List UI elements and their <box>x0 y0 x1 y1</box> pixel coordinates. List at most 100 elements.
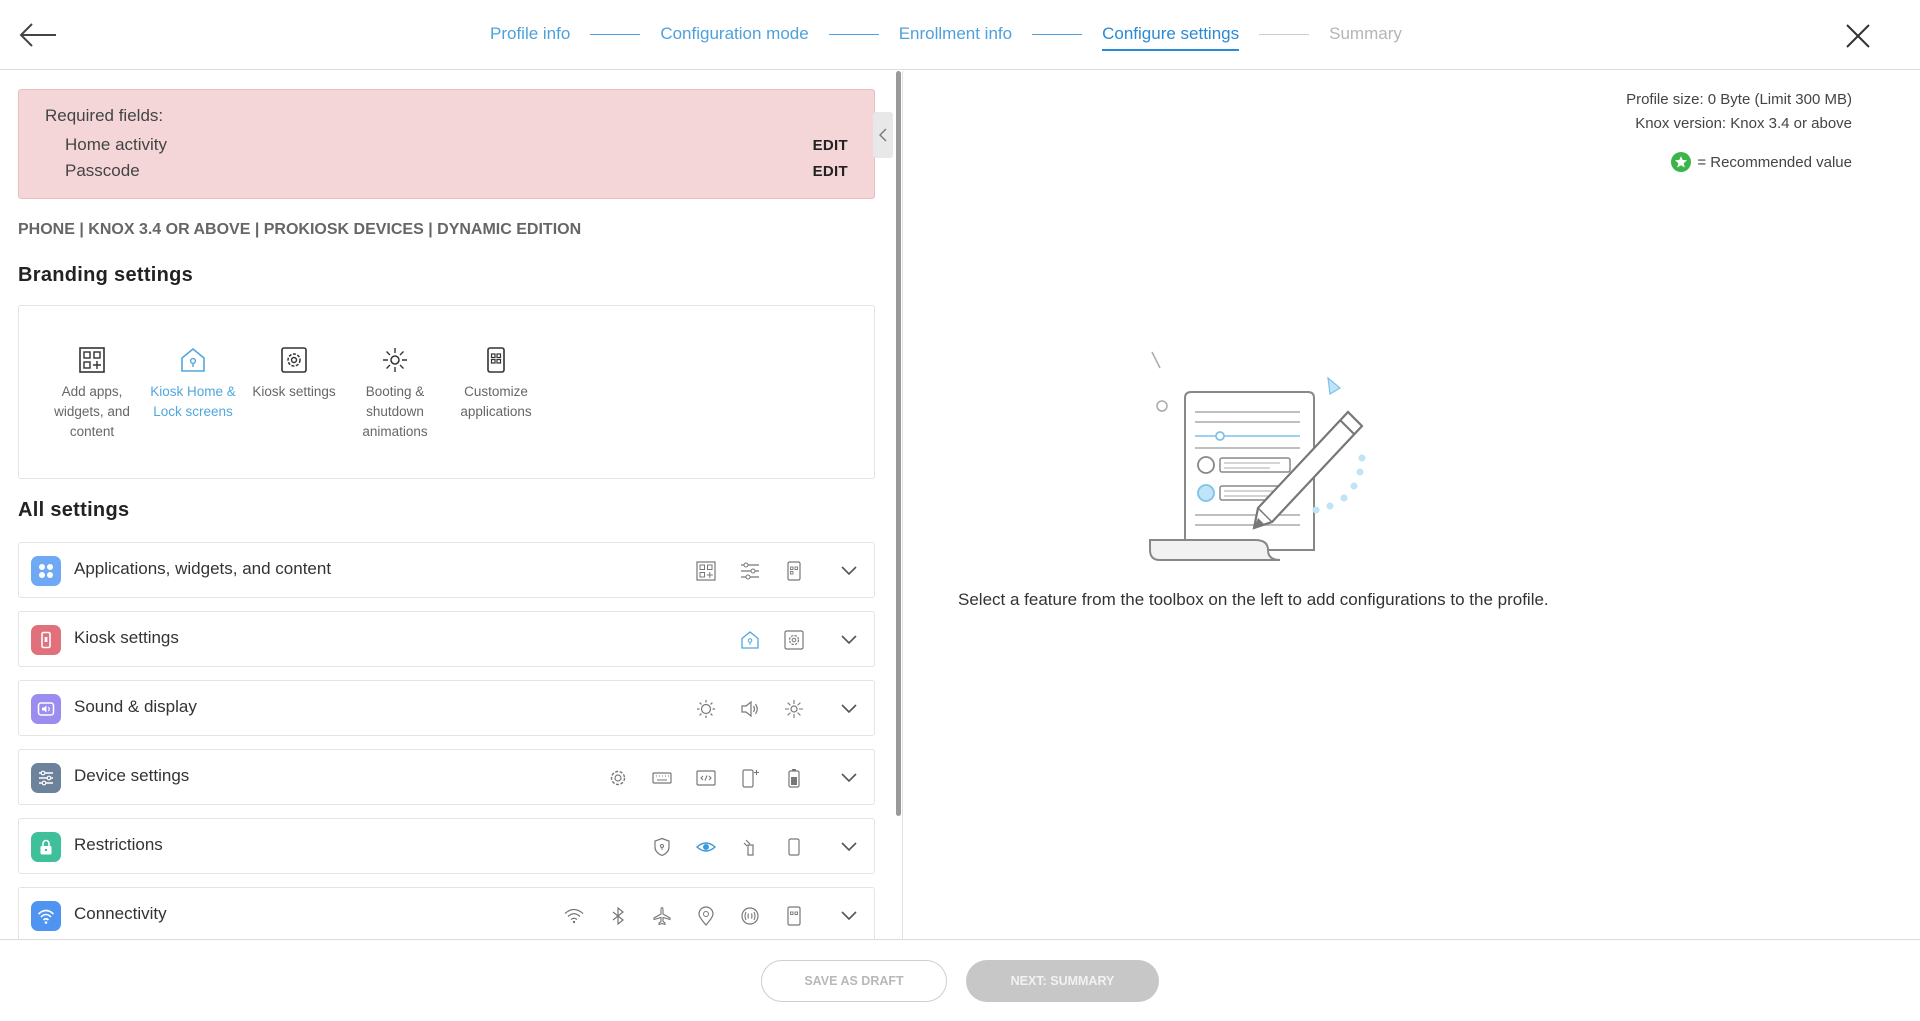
customize-app-icon[interactable] <box>780 902 808 930</box>
usb-icon[interactable] <box>736 833 764 861</box>
row-toolbox <box>720 626 808 654</box>
brand-customize-applications[interactable]: Customize applications <box>448 346 544 422</box>
sound-icon <box>31 694 61 724</box>
close-button[interactable] <box>1842 20 1874 52</box>
sliders-icon <box>31 763 61 793</box>
settings-row-restrictions[interactable]: Restrictions <box>18 818 875 874</box>
brand-booting-animations[interactable]: Booting & shutdown animations <box>347 346 443 442</box>
sparkle-icon <box>383 348 407 372</box>
brand-kiosk-settings[interactable]: Kiosk settings <box>246 346 342 402</box>
kiosk-gear-icon[interactable] <box>780 626 808 654</box>
phone-icon[interactable] <box>780 833 808 861</box>
brand-kiosk-home-lock[interactable]: Kiosk Home & Lock screens <box>145 346 241 422</box>
battery-icon[interactable] <box>780 764 808 792</box>
chevron-down-icon[interactable] <box>838 628 860 650</box>
profile-info-block: Profile size: 0 Byte (Limit 300 MB) Knox… <box>1626 88 1852 136</box>
nfc-icon[interactable] <box>736 902 764 930</box>
sliders-icon[interactable] <box>736 557 764 585</box>
required-fields-alert: Required fields: Home activity EDIT Pass… <box>18 89 875 199</box>
settings-row-label: Device settings <box>74 766 190 785</box>
settings-row-kiosk[interactable]: Kiosk settings <box>18 611 875 667</box>
wifi-icon[interactable] <box>560 902 588 930</box>
row-toolbox <box>676 557 808 585</box>
settings-row-label: Sound & display <box>74 697 197 716</box>
brand-item-label: Add apps, widgets, and content <box>54 384 130 439</box>
settings-row-device[interactable]: Device settings <box>18 749 875 805</box>
recommended-legend: = Recommended value <box>1671 152 1852 172</box>
settings-row-label: Kiosk settings <box>74 628 179 647</box>
step-connector <box>590 33 641 35</box>
settings-row-label: Connectivity <box>74 904 167 923</box>
settings-scrollbar[interactable] <box>896 71 901 816</box>
row-toolbox <box>588 764 808 792</box>
lock-icon <box>31 832 61 862</box>
settings-panel: Required fields: Home activity EDIT Pass… <box>0 71 890 939</box>
required-field-label: Home activity <box>65 135 168 154</box>
edit-passcode-button[interactable]: EDIT <box>813 163 848 180</box>
branding-toolbox: Add apps, widgets, and content Kiosk Hom… <box>18 305 875 479</box>
settings-row-connectivity[interactable]: Connectivity <box>18 887 875 939</box>
settings-row-sound-display[interactable]: Sound & display <box>18 680 875 736</box>
brand-item-label: Kiosk Home & Lock screens <box>150 384 236 419</box>
document-edit-illustration <box>1149 351 1366 561</box>
profile-meta-line: PHONE | KNOX 3.4 OR ABOVE | PROKIOSK DEV… <box>18 221 582 238</box>
step-enrollment-info[interactable]: Enrollment info <box>899 24 1012 44</box>
keyboard-icon[interactable] <box>648 764 676 792</box>
edit-home-activity-button[interactable]: EDIT <box>813 137 848 154</box>
wifi-icon <box>31 901 61 931</box>
phone-add-icon[interactable] <box>736 764 764 792</box>
save-as-draft-button[interactable]: SAVE AS DRAFT <box>761 960 947 1002</box>
brand-item-label: Booting & shutdown animations <box>362 384 428 439</box>
eye-icon[interactable] <box>692 833 720 861</box>
panel-divider <box>902 71 903 939</box>
brand-item-label: Kiosk settings <box>252 384 336 399</box>
row-toolbox <box>632 833 808 861</box>
branding-settings-title: Branding settings <box>18 264 194 286</box>
collapse-panel-button[interactable] <box>873 112 893 158</box>
step-connector <box>1032 33 1083 35</box>
chevron-down-icon[interactable] <box>838 559 860 581</box>
home-lock-icon <box>181 347 205 372</box>
chevron-down-icon[interactable] <box>838 697 860 719</box>
bluetooth-icon[interactable] <box>604 902 632 930</box>
chevron-down-icon[interactable] <box>838 766 860 788</box>
chevron-down-icon[interactable] <box>838 904 860 926</box>
gear-icon[interactable] <box>604 764 632 792</box>
required-field-row: Passcode EDIT <box>45 158 848 184</box>
settings-row-label: Applications, widgets, and content <box>74 559 332 578</box>
customize-app-icon[interactable] <box>780 557 808 585</box>
customize-app-icon <box>487 347 505 373</box>
settings-row-label: Restrictions <box>74 835 163 854</box>
wizard-stepper: Profile info Configuration mode Enrollme… <box>490 0 1402 68</box>
settings-row-applications[interactable]: Applications, widgets, and content <box>18 542 875 598</box>
all-settings-title: All settings <box>18 499 130 521</box>
step-summary: Summary <box>1329 24 1402 43</box>
brightness-icon[interactable] <box>692 695 720 723</box>
step-connector <box>1259 33 1310 35</box>
next-summary-button[interactable]: NEXT: SUMMARY <box>966 960 1159 1002</box>
required-field-label: Passcode <box>65 161 140 180</box>
empty-state-message: Select a feature from the toolbox on the… <box>958 590 1549 609</box>
location-icon[interactable] <box>692 902 720 930</box>
step-configure-settings[interactable]: Configure settings <box>1102 24 1240 51</box>
code-icon[interactable] <box>692 764 720 792</box>
apps-icon <box>31 556 61 586</box>
sparkle-icon[interactable] <box>780 695 808 723</box>
chevron-down-icon[interactable] <box>838 835 860 857</box>
back-button[interactable] <box>18 20 58 50</box>
step-connector <box>828 33 879 35</box>
brand-add-apps[interactable]: Add apps, widgets, and content <box>44 346 140 442</box>
brand-item-label: Customize applications <box>460 384 532 419</box>
wizard-footer: SAVE AS DRAFT NEXT: SUMMARY <box>0 939 1920 1021</box>
airplane-icon[interactable] <box>648 902 676 930</box>
star-icon <box>1671 152 1692 172</box>
required-fields-title: Required fields: <box>45 106 164 125</box>
home-lock-icon[interactable] <box>736 626 764 654</box>
apps-widgets-icon[interactable] <box>692 557 720 585</box>
step-profile-info[interactable]: Profile info <box>490 24 570 44</box>
shield-icon[interactable] <box>648 833 676 861</box>
volume-icon[interactable] <box>736 695 764 723</box>
chevron-left-icon <box>879 128 887 142</box>
profile-size: Profile size: 0 Byte (Limit 300 MB) <box>1626 91 1852 108</box>
step-configuration-mode[interactable]: Configuration mode <box>660 24 808 44</box>
